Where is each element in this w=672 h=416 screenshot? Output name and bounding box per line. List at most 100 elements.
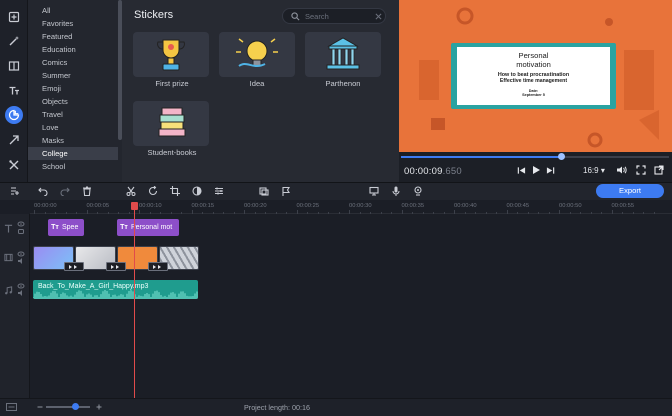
sticker-idea[interactable]: [219, 32, 295, 77]
ruler-tick-label: 00:00:55: [611, 203, 635, 209]
clear-search-icon[interactable]: [375, 13, 382, 20]
aspect-ratio-select[interactable]: 16:9 ▾: [583, 166, 605, 175]
transition-marker[interactable]: [148, 262, 168, 271]
magic-wand-icon[interactable]: [5, 32, 23, 50]
search-box[interactable]: [282, 8, 386, 24]
category-item[interactable]: All: [28, 4, 122, 17]
skip-forward-icon[interactable]: [546, 166, 555, 175]
parthenon-icon: [326, 37, 360, 70]
arrow-icon[interactable]: [5, 131, 23, 149]
add-track-icon[interactable]: [9, 185, 21, 197]
category-item[interactable]: Summer: [28, 69, 122, 82]
volume-icon[interactable]: [616, 165, 627, 175]
delete-icon[interactable]: [81, 185, 93, 197]
category-item[interactable]: College: [28, 147, 118, 160]
zoom-out-icon[interactable]: [37, 404, 43, 410]
slide-date: September 5: [522, 93, 545, 97]
zoom-fit-icon[interactable]: [6, 403, 17, 411]
title-clip[interactable]: Tт Spee: [48, 219, 84, 236]
crop-icon[interactable]: [169, 185, 181, 197]
zoom-in-icon[interactable]: [96, 404, 102, 410]
sticker-categories: All Favorites Featured Education Comics Summe…: [28, 0, 122, 182]
category-item[interactable]: Objects: [28, 95, 122, 108]
category-item[interactable]: Favorites: [28, 17, 122, 30]
title-clip[interactable]: Tт Personal mot: [117, 219, 179, 236]
timecode-fraction: .650: [442, 166, 462, 177]
ruler-tick-label: 00:00:50: [559, 203, 582, 209]
category-item[interactable]: Masks: [28, 134, 122, 147]
webcam-icon[interactable]: [412, 185, 424, 197]
transition-icon: [111, 264, 119, 269]
preview-slide: Personal motivation How to beat procrast…: [457, 47, 610, 105]
export-button[interactable]: Export: [596, 184, 664, 198]
sticker-first-prize[interactable]: [133, 32, 209, 77]
transitions-icon[interactable]: [5, 57, 23, 75]
project-length-label: Project length:: [244, 403, 290, 412]
play-icon[interactable]: [531, 165, 541, 175]
cut-icon[interactable]: [125, 185, 137, 197]
skip-back-icon[interactable]: [517, 166, 526, 175]
microphone-icon[interactable]: [390, 185, 402, 197]
category-item[interactable]: Love: [28, 121, 122, 134]
ruler-tick-label: 00:00:35: [401, 203, 425, 209]
fullscreen-icon[interactable]: [636, 165, 646, 175]
ruler-tick-label: 00:00:25: [296, 203, 320, 209]
category-item[interactable]: Education: [28, 43, 122, 56]
music-track-icon: [5, 286, 13, 295]
chevron-down-icon: ▾: [600, 166, 605, 175]
timeline-tracks: [0, 214, 672, 398]
search-input[interactable]: [305, 11, 373, 22]
tools-icon[interactable]: [5, 156, 23, 174]
screen-record-icon[interactable]: [368, 185, 380, 197]
stickers-title: Stickers: [134, 9, 174, 21]
sticker-label: Idea: [249, 79, 265, 88]
transition-icon: [69, 264, 77, 269]
books-icon: [158, 107, 186, 137]
title-clip-icon: Tт: [51, 224, 59, 231]
zoom-slider[interactable]: [46, 406, 90, 408]
transition-marker[interactable]: [106, 262, 126, 271]
transition-marker[interactable]: [64, 262, 84, 271]
sticker-student-books[interactable]: [133, 101, 209, 146]
detach-preview-icon[interactable]: [654, 165, 664, 175]
sticker-parthenon[interactable]: [305, 32, 381, 77]
slide-subtitle2: Effective time management: [499, 78, 568, 84]
trophy-icon: [157, 39, 185, 71]
category-item[interactable]: Travel: [28, 108, 122, 121]
audio-clip[interactable]: Back_To_Make_A_Girl_Happy.mp3: [33, 280, 198, 299]
rotate-icon[interactable]: [147, 185, 159, 197]
timecode-main: 00:00:09: [404, 166, 443, 177]
search-icon: [291, 12, 300, 21]
marker-flag-icon[interactable]: [280, 185, 292, 197]
undo-icon[interactable]: [37, 185, 49, 197]
lightbulb-icon: [236, 38, 278, 67]
redo-icon[interactable]: [59, 185, 71, 197]
category-item[interactable]: Featured: [28, 30, 122, 43]
category-item[interactable]: School: [28, 160, 122, 173]
ruler-tick-label: 00:00:20: [244, 203, 267, 209]
ruler-tick-label: 00:00:45: [506, 203, 530, 209]
project-length: Project length: 00:16: [244, 403, 310, 412]
ruler-tick-label: 00:00:15: [191, 203, 215, 209]
stickers-icon[interactable]: [5, 106, 23, 124]
insert-media-icon[interactable]: [258, 185, 270, 197]
video-track-controls-icon[interactable]: [17, 250, 25, 266]
import-icon[interactable]: [5, 8, 23, 26]
title-track-icon: [4, 224, 13, 233]
sticker-label: Parthenon: [325, 79, 361, 88]
playhead-handle[interactable]: [131, 202, 138, 210]
category-item[interactable]: Comics: [28, 56, 122, 69]
playhead[interactable]: [134, 206, 135, 398]
track-headers: [0, 214, 30, 398]
title-clip-icon: Tт: [120, 224, 128, 231]
title-track-controls-icon[interactable]: [17, 220, 25, 236]
aspect-ratio-value: 16:9: [583, 166, 599, 175]
clip-properties-icon[interactable]: [213, 185, 225, 197]
sticker-label: Student-books: [147, 148, 197, 157]
color-adjust-icon[interactable]: [191, 185, 203, 197]
category-item[interactable]: Emoji: [28, 82, 122, 95]
ruler-tick-label: 00:00:00: [34, 203, 57, 209]
waveform-bars: [33, 290, 198, 299]
titles-icon[interactable]: [5, 82, 23, 100]
audio-track-controls-icon[interactable]: [17, 282, 25, 298]
